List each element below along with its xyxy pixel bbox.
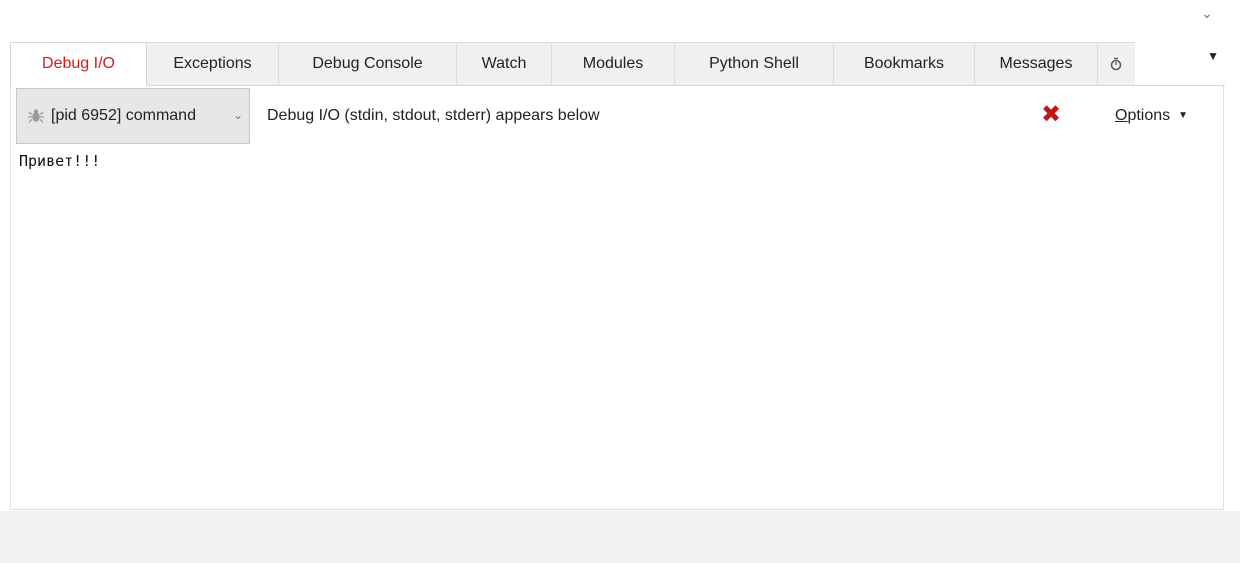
tab-watch[interactable]: Watch xyxy=(456,42,552,85)
options-mnemonic: O xyxy=(1115,107,1128,124)
debug-io-output-text[interactable]: Привет!!! xyxy=(19,152,100,170)
tab-modules[interactable]: Modules xyxy=(551,42,675,85)
tab-bookmarks[interactable]: Bookmarks xyxy=(833,42,975,85)
tab-overflow-triangle-icon[interactable]: ▼ xyxy=(1207,49,1219,63)
options-label: ptions xyxy=(1127,107,1171,124)
process-select[interactable]: [pid 6952] command ⌄ xyxy=(16,88,250,144)
debug-io-toolbar: [pid 6952] command ⌄ Debug I/O (stdin, s… xyxy=(11,86,1223,148)
collapse-chevron-icon[interactable]: ⌄ xyxy=(1198,4,1216,22)
tab-python-shell[interactable]: Python Shell xyxy=(674,42,834,85)
tab-messages[interactable]: Messages xyxy=(974,42,1098,85)
options-caret-icon: ▼ xyxy=(1178,110,1189,122)
debug-io-status-text: Debug I/O (stdin, stdout, stderr) appear… xyxy=(267,107,600,124)
tool-tab-bar: Debug I/O Exceptions Debug Console Watch… xyxy=(10,42,1225,86)
debug-io-panel: [pid 6952] command ⌄ Debug I/O (stdin, s… xyxy=(10,86,1224,510)
tab-debug-console[interactable]: Debug Console xyxy=(278,42,457,85)
tab-debug-io[interactable]: Debug I/O xyxy=(10,42,147,86)
status-strip xyxy=(0,511,1240,563)
process-select-label: [pid 6952] command xyxy=(51,107,196,124)
tab-list: Debug I/O Exceptions Debug Console Watch… xyxy=(10,42,1225,86)
chevron-down-icon: ⌄ xyxy=(232,108,243,122)
tab-partial-clipped[interactable] xyxy=(1097,42,1135,85)
tab-exceptions[interactable]: Exceptions xyxy=(146,42,279,85)
clock-icon xyxy=(1110,57,1122,71)
bug-icon xyxy=(28,109,44,123)
close-x-icon[interactable]: ✖ xyxy=(1039,103,1063,127)
options-menu-button[interactable]: Options ▼ xyxy=(1115,107,1188,125)
